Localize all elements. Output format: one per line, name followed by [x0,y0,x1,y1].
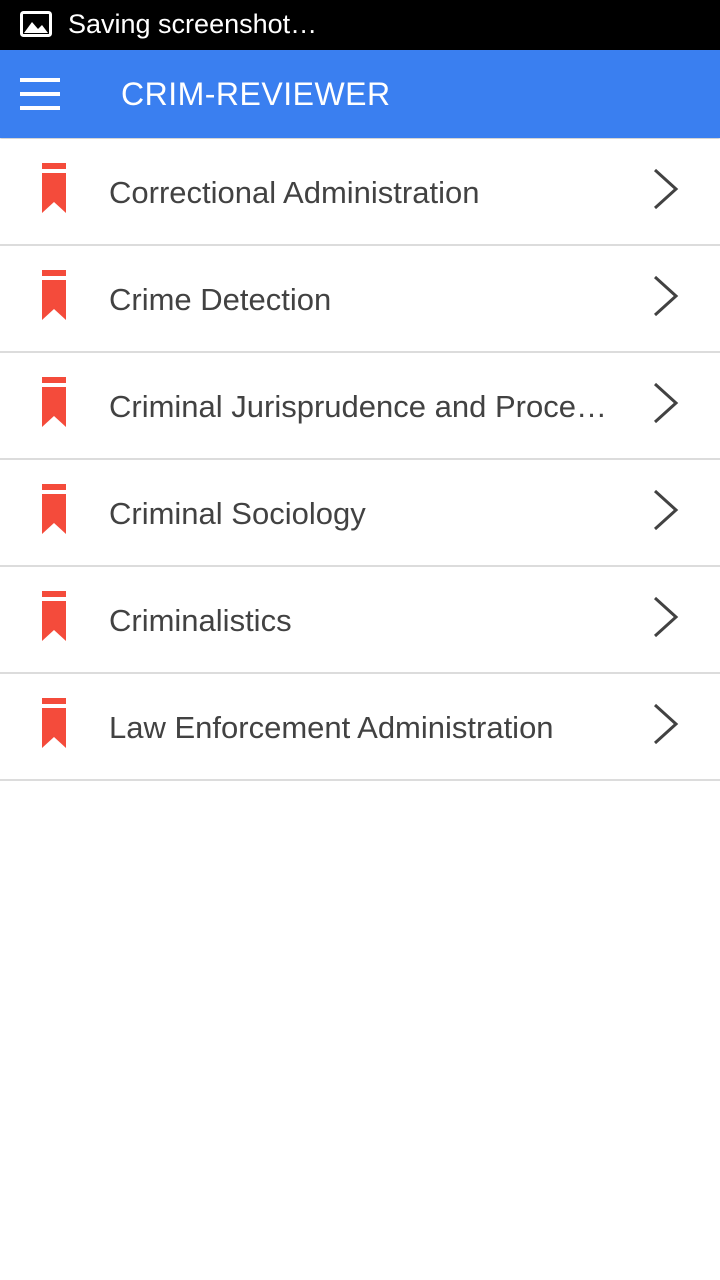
app-bar: CRIM-REVIEWER [0,50,720,138]
list-item[interactable]: Criminal Jurisprudence and Proce… [0,353,720,460]
chevron-right-icon [653,489,679,531]
bookmark-icon [42,163,66,213]
list-item[interactable]: Law Enforcement Administration [0,674,720,781]
list-item-label: Criminalistics [109,603,292,638]
list-item-label: Criminal Sociology [109,496,366,531]
status-text: Saving screenshot… [68,9,318,39]
chevron-right-icon [653,596,679,638]
chevron-right-icon [653,703,679,745]
list-item-label: Correctional Administration [109,175,480,210]
bookmark-icon [42,484,66,534]
menu-button[interactable] [10,64,70,124]
bookmark-icon [42,377,66,427]
bookmark-icon [42,698,66,748]
list-item-label: Crime Detection [109,282,332,317]
status-bar: Saving screenshot… [0,0,720,50]
chevron-right-icon [653,168,679,210]
image-icon [20,11,52,37]
list-item-label: Criminal Jurisprudence and Proce… [109,389,607,424]
list-item-label: Law Enforcement Administration [109,710,554,745]
bookmark-icon [42,270,66,320]
chevron-right-icon [653,382,679,424]
app-title: CRIM-REVIEWER [121,76,391,112]
list-item[interactable]: Criminal Sociology [0,460,720,567]
bookmark-icon [42,591,66,641]
list-item[interactable]: Crime Detection [0,246,720,353]
chevron-right-icon [653,275,679,317]
subject-list: Correctional Administration Crime Detect… [0,139,720,781]
list-item[interactable]: Correctional Administration [0,139,720,246]
list-item[interactable]: Criminalistics [0,567,720,674]
